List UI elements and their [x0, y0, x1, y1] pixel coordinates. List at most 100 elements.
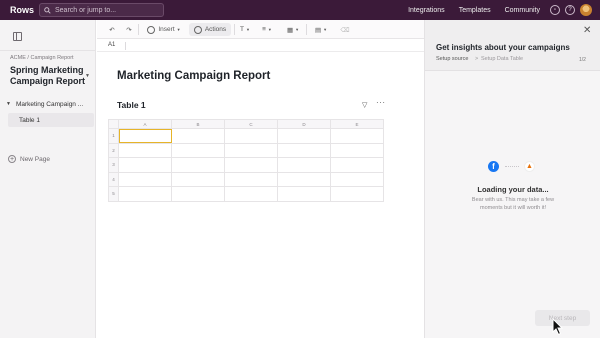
google-ads-icon: ▲ [524, 161, 535, 172]
table-cell[interactable] [118, 186, 172, 202]
table-row: 2 [108, 142, 384, 158]
loading-title: Loading your data... [477, 185, 549, 194]
chevron-down-icon: ▼ [176, 27, 181, 32]
search-icon [44, 6, 51, 14]
row-header[interactable]: 5 [108, 186, 119, 202]
sidebar-item-label: Table 1 [19, 116, 40, 124]
table-row: 1 [108, 128, 384, 144]
column-header-d[interactable]: D [277, 119, 331, 129]
table-cell[interactable] [330, 128, 384, 144]
table-cell[interactable] [224, 128, 278, 144]
avatar[interactable] [580, 4, 592, 16]
formula-bar: A1 [97, 39, 424, 52]
actions-label: Actions [204, 26, 227, 33]
insert-button[interactable]: Insert ▼ [144, 23, 184, 36]
toolbar: ↶ ↷ Insert ▼ Actions T ▼ ≡ ▼ ▦ ▼ ▤ ▼ ⌫ [97, 20, 424, 39]
table-cell[interactable] [224, 142, 278, 158]
column-header-c[interactable]: C [224, 119, 278, 129]
cell-format-icon[interactable]: ▦ ▼ [285, 23, 301, 36]
step-setup-data-table[interactable]: Setup Data Table [481, 56, 523, 62]
step-separator: > [475, 56, 479, 62]
column-header-e[interactable]: E [330, 119, 384, 129]
undo-icon[interactable]: ↶ [107, 23, 117, 36]
page-title[interactable]: Marketing Campaign Report [117, 70, 270, 82]
insert-label: Insert [158, 26, 175, 33]
toolbar-divider [138, 24, 139, 35]
column-header-b[interactable]: B [171, 119, 225, 129]
chevron-down-icon[interactable]: ▼ [6, 101, 11, 107]
link-templates[interactable]: Templates [459, 7, 491, 14]
table-cell[interactable] [277, 171, 331, 187]
toolbar-divider [306, 24, 307, 35]
table-cell[interactable] [118, 157, 172, 173]
plus-icon: + [8, 155, 16, 163]
table-cell[interactable] [171, 186, 225, 202]
eraser-icon[interactable]: ⌫ [339, 23, 351, 36]
chart-icon[interactable]: ▤ ▼ [313, 23, 329, 36]
table-title[interactable]: Table 1 [117, 100, 146, 110]
row-header[interactable]: 4 [108, 171, 119, 187]
search-input[interactable]: Search or jump to... [39, 3, 164, 17]
actions-button[interactable]: Actions [189, 23, 231, 36]
corner-cell[interactable] [108, 119, 119, 129]
actions-icon [193, 25, 202, 34]
insights-panel: ✕ Get insights about your campaigns Setu… [424, 20, 600, 338]
help-icon[interactable]: ? [565, 5, 575, 15]
redo-icon[interactable]: ↷ [124, 23, 134, 36]
breadcrumb[interactable]: ACME / Campaign Report [10, 55, 74, 61]
align-icon[interactable]: ≡ ▼ [260, 23, 274, 36]
table-cell[interactable] [277, 142, 331, 158]
panel-title: Get insights about your campaigns [436, 43, 570, 52]
table-cell[interactable] [118, 142, 172, 158]
formula-divider [125, 42, 126, 50]
link-community[interactable]: Community [505, 7, 540, 14]
table-cell[interactable] [118, 171, 172, 187]
toolbar-divider [234, 24, 235, 35]
close-icon[interactable]: ✕ [583, 25, 591, 36]
top-links: Integrations Templates Community [408, 0, 540, 20]
sidebar: ACME / Campaign Report Spring Marketing … [0, 20, 96, 338]
column-header-a[interactable]: A [118, 119, 172, 129]
table-cell[interactable] [224, 186, 278, 202]
table-cell[interactable] [171, 171, 225, 187]
sidebar-item-page[interactable]: ▼ Marketing Campaign ... [6, 98, 92, 110]
table-cell[interactable] [330, 142, 384, 158]
table-cell[interactable] [277, 186, 331, 202]
table-cell[interactable] [171, 128, 225, 144]
top-icons: ▫ ? [550, 3, 592, 17]
new-page-label: New Page [20, 155, 50, 163]
table-cell[interactable] [330, 171, 384, 187]
step-counter: 1/2 [579, 57, 586, 63]
table-cell[interactable] [277, 157, 331, 173]
new-page-button[interactable]: + New Page [8, 155, 50, 163]
row-header[interactable]: 3 [108, 157, 119, 173]
text-format-icon[interactable]: T ▼ [238, 23, 252, 36]
document-title[interactable]: Spring Marketing Campaign Report [10, 65, 90, 87]
cell-reference[interactable]: A1 [108, 42, 115, 48]
table-cell[interactable] [224, 171, 278, 187]
filter-icon[interactable]: ▽ [362, 101, 367, 109]
sidebar-divider [0, 50, 96, 51]
rows-logo[interactable]: Rows [10, 5, 34, 15]
more-icon[interactable]: ··· [376, 98, 386, 107]
table-row: 4 [108, 171, 384, 187]
sidebar-item-table[interactable]: Table 1 [8, 113, 94, 127]
table-cell[interactable] [277, 128, 331, 144]
row-header[interactable]: 2 [108, 142, 119, 158]
panel-header: ✕ Get insights about your campaigns Setu… [425, 20, 600, 71]
cell-a1[interactable] [118, 128, 172, 144]
link-integrations[interactable]: Integrations [408, 7, 445, 14]
table-cell[interactable] [224, 157, 278, 173]
sidebar-toggle-icon[interactable] [13, 32, 22, 41]
table-cell[interactable] [330, 186, 384, 202]
table-row: 5 [108, 186, 384, 202]
gift-icon[interactable]: ▫ [550, 5, 560, 15]
step-setup-source[interactable]: Setup source [436, 56, 468, 62]
row-header[interactable]: 1 [108, 128, 119, 144]
table-cell[interactable] [330, 157, 384, 173]
table-cell[interactable] [171, 157, 225, 173]
chevron-down-icon[interactable]: ▼ [85, 73, 90, 79]
table-cell[interactable] [171, 142, 225, 158]
top-bar: Rows Search or jump to... Integrations T… [0, 0, 600, 20]
data-table: A B C D E 1 2 3 4 5 [108, 119, 384, 202]
